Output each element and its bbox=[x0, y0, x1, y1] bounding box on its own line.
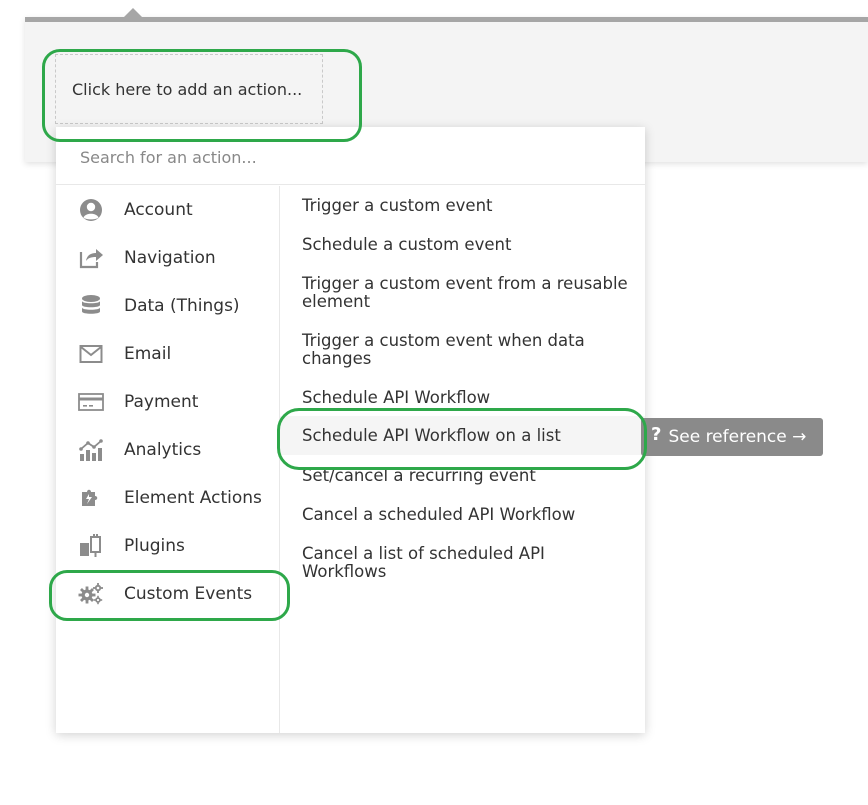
chart-icon bbox=[78, 438, 104, 462]
action-cancel-scheduled-api-workflow[interactable]: Cancel a scheduled API Workflow bbox=[280, 506, 645, 524]
category-analytics[interactable]: Analytics bbox=[56, 426, 279, 474]
action-list: Trigger a custom event Schedule a custom… bbox=[280, 186, 645, 733]
search-bar bbox=[56, 127, 645, 185]
canvas: Click here to add an action... Account bbox=[0, 0, 868, 805]
category-label: Element Actions bbox=[124, 488, 262, 508]
category-label: Custom Events bbox=[124, 584, 253, 604]
action-cancel-list-scheduled-api-workflows[interactable]: Cancel a list of scheduled API Workflows bbox=[280, 545, 645, 581]
credit-card-icon bbox=[78, 390, 104, 414]
envelope-icon bbox=[78, 342, 104, 366]
question-icon: ? bbox=[651, 423, 662, 445]
add-action-label: Click here to add an action... bbox=[72, 79, 303, 99]
category-label: Plugins bbox=[124, 536, 185, 556]
add-action-button[interactable]: Click here to add an action... bbox=[55, 54, 323, 124]
category-account[interactable]: Account bbox=[56, 186, 279, 234]
category-list: Account Navigation Data (Things) Email P… bbox=[56, 186, 280, 733]
category-navigation[interactable]: Navigation bbox=[56, 234, 279, 282]
action-schedule-api-workflow[interactable]: Schedule API Workflow bbox=[280, 389, 645, 407]
panel-caret bbox=[124, 8, 142, 17]
gears-icon bbox=[78, 582, 104, 606]
account-icon bbox=[78, 198, 104, 222]
action-schedule-api-workflow-list[interactable]: Schedule API Workflow on a list bbox=[280, 416, 645, 455]
action-trigger-custom-event-reusable[interactable]: Trigger a custom event from a reusable e… bbox=[280, 275, 645, 311]
database-icon bbox=[78, 294, 104, 318]
action-dropdown: Account Navigation bbox=[56, 127, 645, 733]
category-data-things[interactable]: Data (Things) bbox=[56, 282, 279, 330]
category-payment[interactable]: Payment bbox=[56, 378, 279, 426]
search-input[interactable] bbox=[78, 141, 622, 173]
category-label: Account bbox=[124, 200, 193, 220]
action-set-cancel-recurring-event[interactable]: Set/cancel a recurring event bbox=[280, 467, 645, 485]
category-element-actions[interactable]: Element Actions bbox=[56, 474, 279, 522]
action-schedule-custom-event[interactable]: Schedule a custom event bbox=[280, 236, 645, 254]
puzzle-icon bbox=[78, 486, 104, 510]
category-plugins[interactable]: Plugins bbox=[56, 522, 279, 570]
plug-icon bbox=[78, 534, 104, 558]
category-label: Data (Things) bbox=[124, 296, 240, 316]
see-reference-label: See reference → bbox=[668, 427, 807, 447]
category-label: Navigation bbox=[124, 248, 216, 268]
category-label: Analytics bbox=[124, 440, 202, 460]
share-icon bbox=[78, 246, 104, 270]
category-label: Email bbox=[124, 344, 172, 364]
category-email[interactable]: Email bbox=[56, 330, 279, 378]
see-reference-button[interactable]: ? See reference → bbox=[641, 418, 823, 456]
category-custom-events[interactable]: Custom Events bbox=[56, 570, 279, 618]
action-trigger-custom-event-data-changes[interactable]: Trigger a custom event when data changes bbox=[280, 332, 645, 368]
action-trigger-custom-event[interactable]: Trigger a custom event bbox=[280, 197, 645, 215]
category-label: Payment bbox=[124, 392, 199, 412]
